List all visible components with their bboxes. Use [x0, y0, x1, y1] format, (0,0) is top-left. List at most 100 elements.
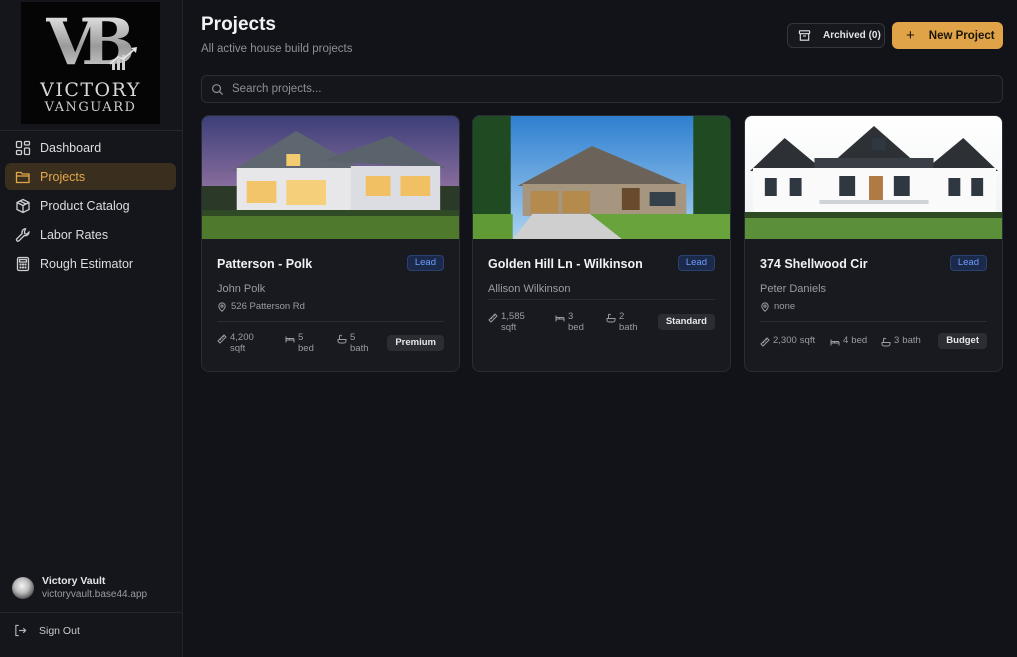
- project-stats: 2,300 sqft 4 bed 3 bath Budget: [760, 333, 987, 349]
- card-divider: [760, 321, 987, 322]
- bath-icon: [606, 313, 616, 323]
- bed-icon: [555, 315, 565, 322]
- sidebar: VB VICTORY VANGUARD Dashboard Projects P…: [0, 0, 183, 657]
- sidebar-item-label: Product Catalog: [40, 198, 130, 213]
- sqft-stat: 2,300 sqft: [760, 335, 830, 347]
- page-title: Projects: [201, 14, 276, 35]
- sidebar-item-projects[interactable]: Projects: [5, 163, 176, 190]
- sidebar-item-labor-rates[interactable]: Labor Rates: [5, 221, 176, 248]
- archive-icon: [798, 30, 811, 41]
- ruler-icon: [760, 337, 770, 347]
- bath-value: 5: [350, 332, 356, 343]
- bath-stat: 3 bath: [881, 335, 933, 347]
- sqft-stat: 4,200 sqft: [217, 332, 285, 354]
- client-name: Peter Daniels: [760, 283, 827, 295]
- user-profile[interactable]: Victory Vault victoryvault.base44.app: [12, 575, 147, 601]
- sidebar-item-product-catalog[interactable]: Product Catalog: [5, 192, 176, 219]
- bed-unit: bed: [298, 343, 314, 354]
- bath-unit: bath: [350, 343, 369, 354]
- user-name: Victory Vault: [42, 575, 106, 587]
- sidebar-divider: [0, 612, 182, 613]
- search-input[interactable]: [232, 83, 972, 95]
- client-name: Allison Wilkinson: [488, 283, 571, 295]
- logo-name-line1: VICTORY: [40, 79, 141, 101]
- bath-unit: bath: [902, 335, 921, 346]
- sidebar-item-dashboard[interactable]: Dashboard: [5, 134, 176, 161]
- search-bar: [201, 75, 1003, 103]
- bath-stat: 2 bath: [606, 311, 656, 333]
- new-project-label: New Project: [928, 29, 995, 42]
- status-badge: Lead: [406, 255, 444, 271]
- archived-button[interactable]: Archived (0): [787, 23, 885, 48]
- bed-icon: [285, 336, 295, 343]
- map-pin-icon: [761, 301, 769, 312]
- project-card[interactable]: Patterson - Polk Lead John Polk 526 Patt…: [201, 115, 460, 372]
- sidebar-item-rough-estimator[interactable]: Rough Estimator: [5, 250, 176, 277]
- client-name: John Polk: [217, 283, 266, 295]
- tier-badge: Premium: [387, 335, 444, 351]
- search-icon: [212, 83, 224, 95]
- bath-icon: [337, 334, 347, 344]
- bath-stat: 5 bath: [337, 332, 387, 354]
- sqft-value: 4,200: [230, 332, 254, 343]
- project-title: Golden Hill Ln - Wilkinson: [488, 257, 643, 271]
- map-pin-icon: [218, 301, 226, 312]
- new-project-button[interactable]: + New Project: [892, 22, 1003, 49]
- bed-value: 4: [843, 335, 849, 346]
- sqft-unit: sqft: [799, 335, 816, 346]
- project-address: none: [760, 301, 795, 312]
- folder-icon: [15, 171, 30, 183]
- page-subtitle: All active house build projects: [201, 43, 353, 55]
- sqft-unit: sqft: [501, 322, 517, 333]
- ruler-icon: [488, 313, 498, 323]
- project-photo: [745, 116, 1002, 239]
- sidebar-item-label: Rough Estimator: [40, 256, 134, 271]
- card-divider: [488, 299, 715, 300]
- bed-stat: 5 bed: [285, 332, 337, 354]
- bed-unit: bed: [851, 335, 868, 346]
- user-email: victoryvault.base44.app: [42, 589, 148, 600]
- sidebar-divider: [0, 130, 182, 131]
- bed-unit: bed: [568, 322, 584, 333]
- dashboard-grid-icon: [15, 140, 31, 155]
- card-divider: [217, 321, 444, 322]
- brand-logo[interactable]: VB VICTORY VANGUARD: [21, 2, 160, 124]
- sqft-value: 1,585: [501, 311, 525, 322]
- ruler-icon: [217, 334, 227, 344]
- project-photo: [202, 116, 459, 239]
- bed-icon: [830, 339, 840, 346]
- bed-stat: 3 bed: [555, 311, 606, 333]
- project-stats: 4,200 sqft 5 bed 5 bath Premium: [217, 332, 444, 354]
- bath-unit: bath: [619, 322, 638, 333]
- bath-icon: [881, 337, 891, 347]
- status-badge: Lead: [677, 255, 715, 271]
- sidebar-item-label: Dashboard: [40, 140, 102, 155]
- bed-value: 3: [568, 311, 574, 322]
- project-stats: 1,585 sqft 3 bed 2 bath Standard: [488, 311, 715, 333]
- project-card[interactable]: Golden Hill Ln - Wilkinson Lead Allison …: [472, 115, 731, 372]
- tier-badge: Budget: [938, 333, 987, 349]
- wrench-icon: [15, 227, 30, 242]
- sidebar-nav: Dashboard Projects Product Catalog Labor…: [5, 134, 176, 279]
- address-text: 526 Patterson Rd: [231, 301, 305, 312]
- status-badge: Lead: [949, 255, 987, 271]
- project-address: 526 Patterson Rd: [217, 301, 305, 312]
- logo-name-line2: VANGUARD: [44, 100, 137, 115]
- project-photo: [473, 116, 730, 239]
- logo-chart-icon: [109, 47, 137, 70]
- bed-value: 5: [298, 332, 304, 343]
- sign-out-label: Sign Out: [39, 624, 80, 637]
- sign-out-button[interactable]: Sign Out: [14, 624, 80, 637]
- sidebar-item-label: Labor Rates: [40, 227, 109, 242]
- project-title: Patterson - Polk: [217, 257, 313, 271]
- sqft-value: 2,300: [773, 335, 797, 346]
- project-card[interactable]: 374 Shellwood Cir Lead Peter Daniels non…: [744, 115, 1003, 372]
- project-title: 374 Shellwood Cir: [760, 257, 868, 271]
- calculator-icon: [16, 256, 30, 271]
- plus-icon: +: [906, 27, 915, 44]
- address-text: none: [774, 301, 796, 312]
- sign-out-icon: [15, 624, 27, 637]
- bath-value: 2: [619, 311, 625, 322]
- bed-stat: 4 bed: [830, 335, 881, 347]
- archived-label: Archived (0): [823, 30, 881, 41]
